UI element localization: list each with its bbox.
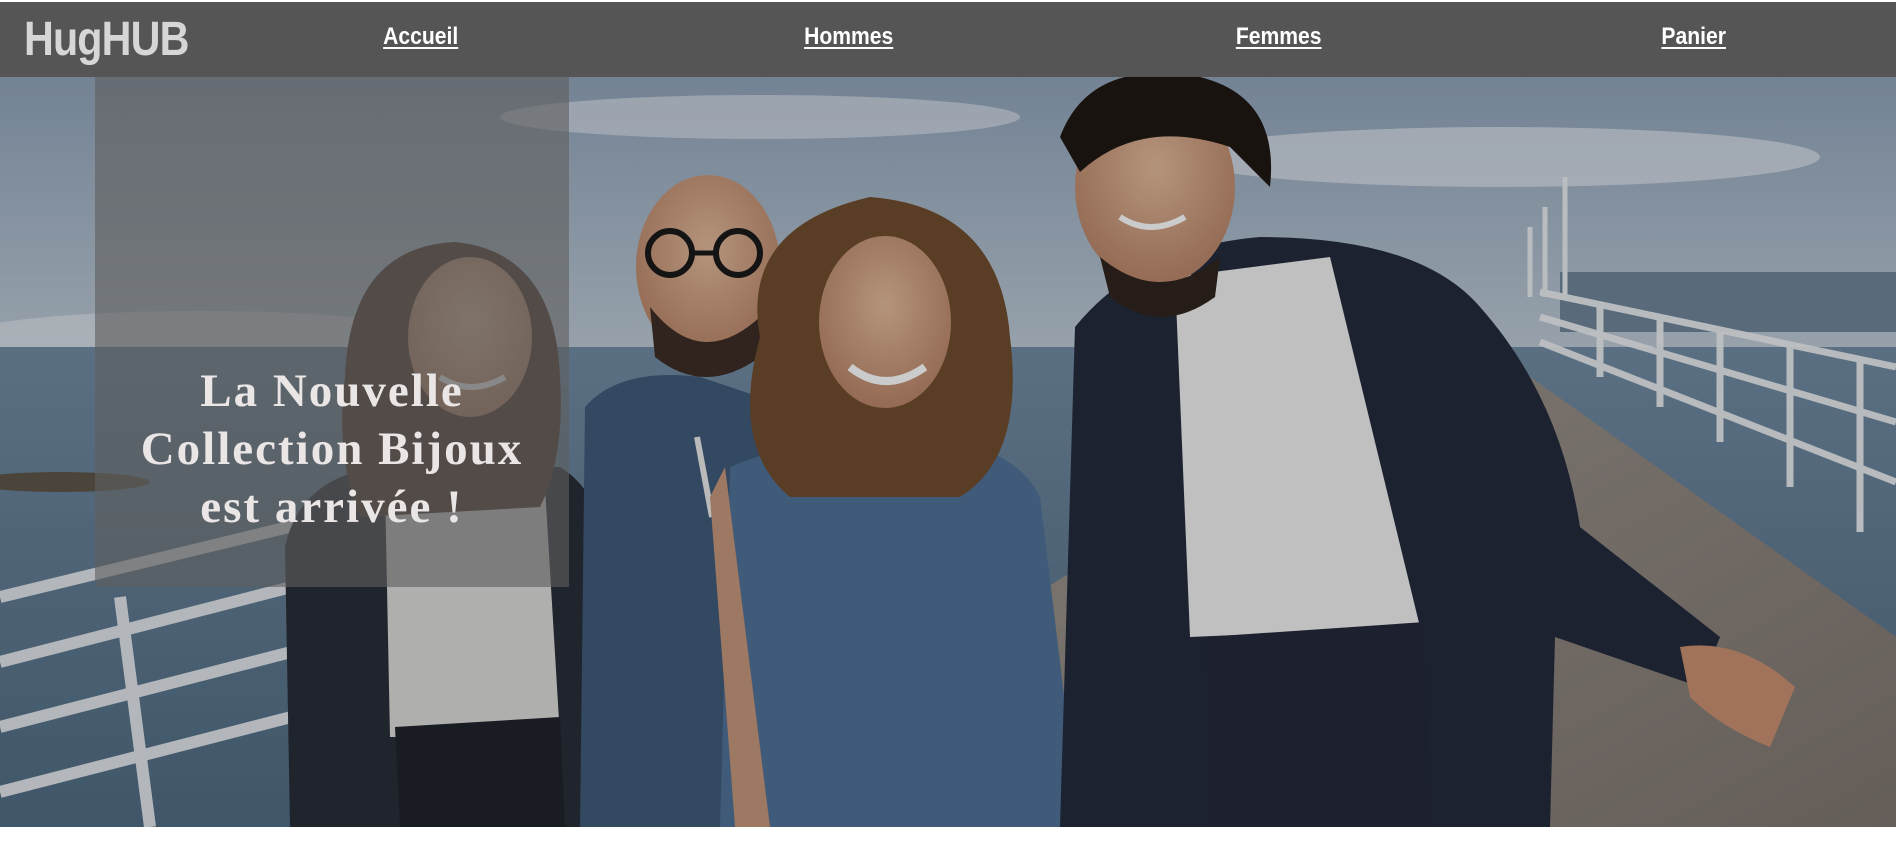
hero-banner: La Nouvelle Collection Bijoux est arrivé… xyxy=(0,77,1896,827)
nav-link-panier[interactable]: Panier xyxy=(1661,20,1726,54)
page: HugHUB Accueil Hommes Femmes Panier La N… xyxy=(0,0,1896,868)
nav-link-femmes[interactable]: Femmes xyxy=(1236,20,1322,54)
hero-headline-line-1: La Nouvelle xyxy=(200,365,464,417)
hero-headline: La Nouvelle Collection Bijoux est arrivé… xyxy=(95,362,569,536)
hero-caption-box: La Nouvelle Collection Bijoux est arrivé… xyxy=(95,77,569,587)
nav-link-hommes[interactable]: Hommes xyxy=(804,20,893,54)
hero-headline-line-3: est arrivée ! xyxy=(200,481,464,533)
nav-link-accueil[interactable]: Accueil xyxy=(383,20,458,54)
top-navbar: HugHUB Accueil Hommes Femmes Panier xyxy=(0,2,1896,77)
site-logo[interactable]: HugHUB xyxy=(24,12,189,68)
hero-headline-line-2: Collection Bijoux xyxy=(140,423,524,475)
